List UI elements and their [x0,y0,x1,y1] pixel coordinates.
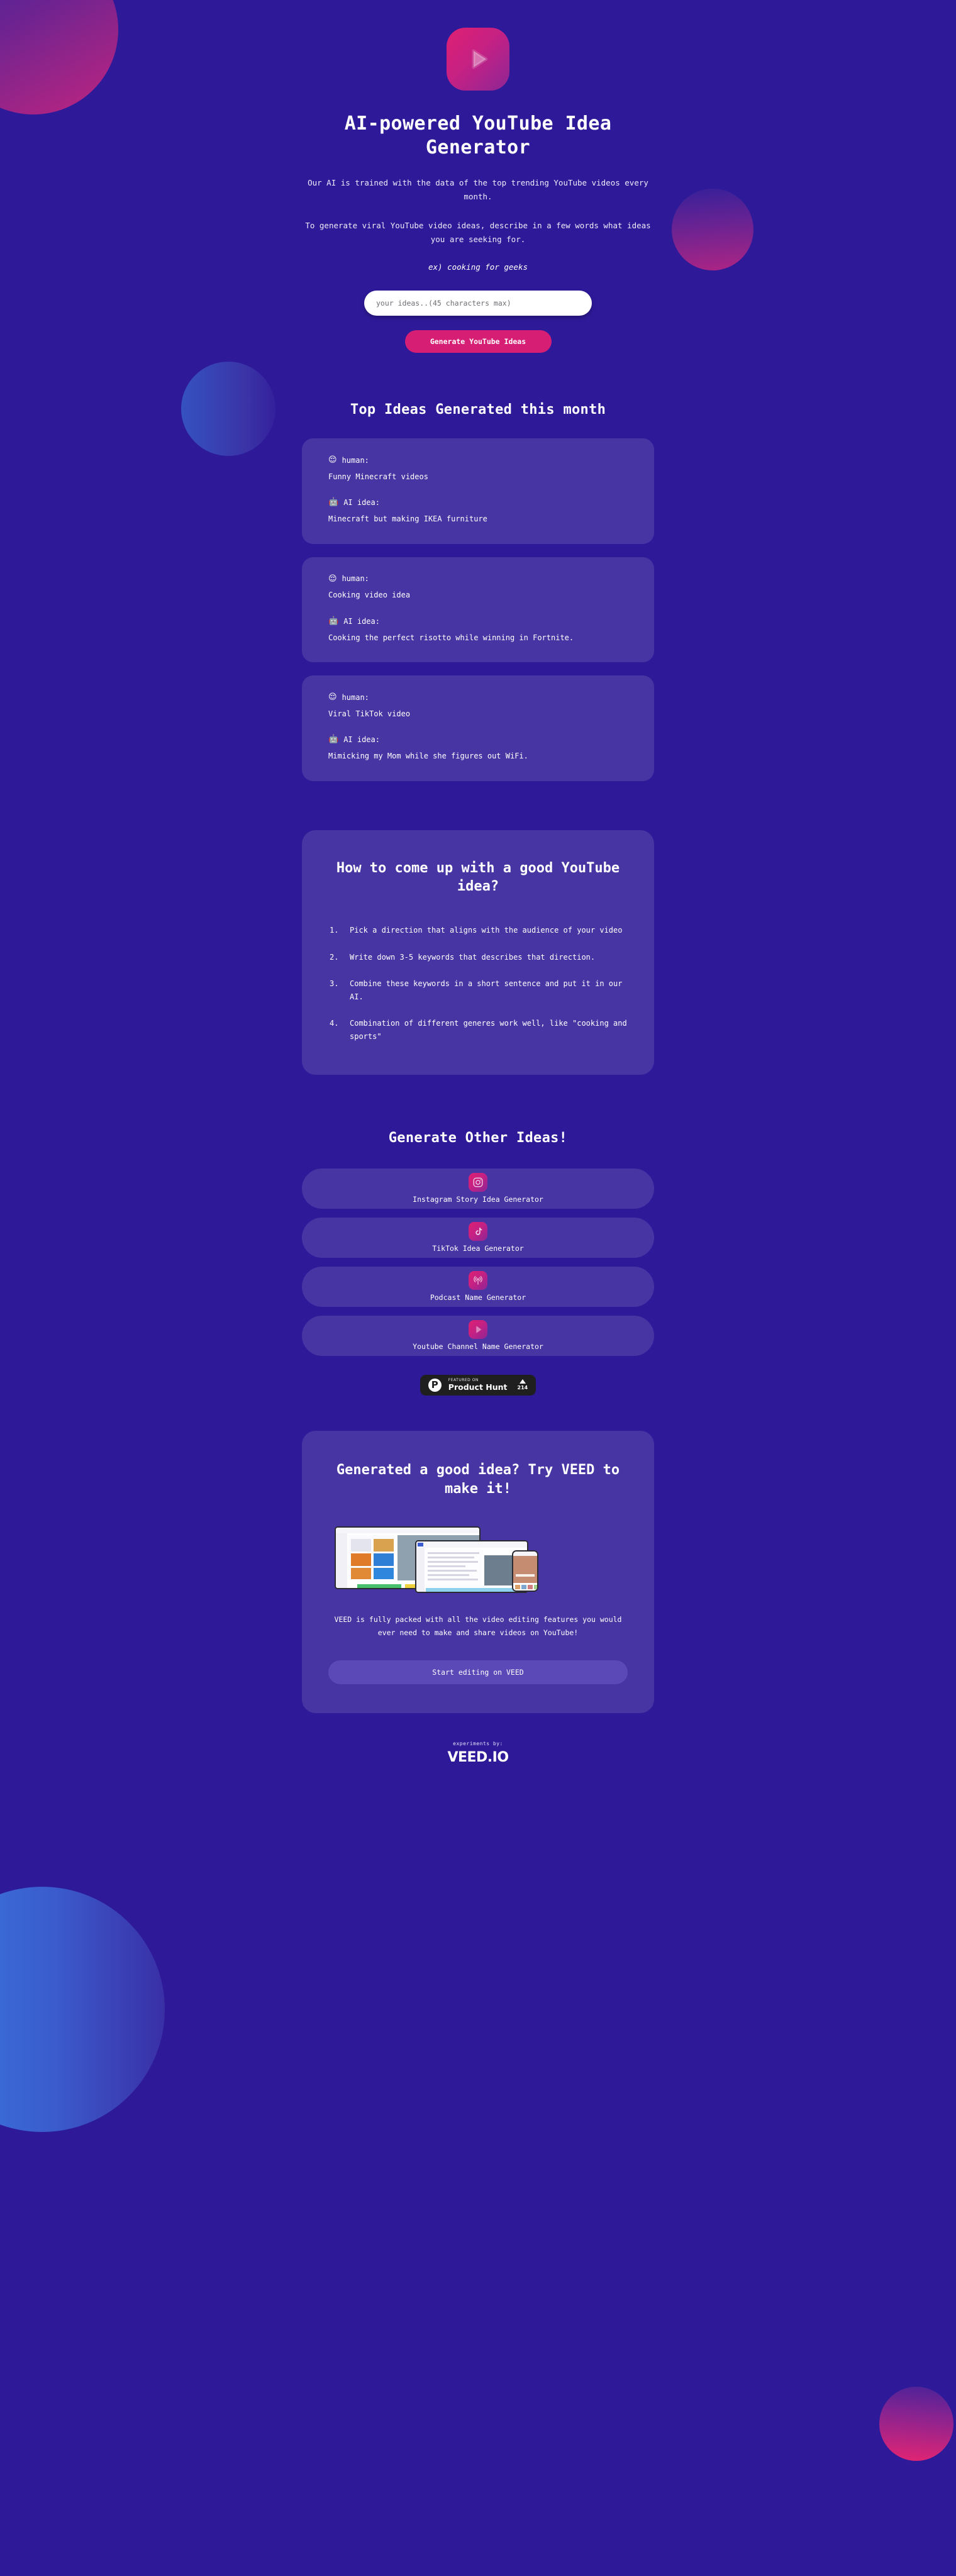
youtube-play-icon [469,1320,487,1340]
podcast-icon [469,1271,487,1291]
howto-step: Pick a direction that aligns with the au… [330,924,623,936]
product-hunt-text: FEATURED ON Product Hunt [448,1378,508,1392]
product-hunt-section: P FEATURED ON Product Hunt 214 [302,1374,654,1396]
human-label: human: [342,574,369,584]
tiktok-icon [469,1222,487,1241]
phone-mockup [512,1550,538,1592]
human-label: human: [342,692,369,702]
ai-role-row: 🤖 AI idea: [328,615,628,628]
human-prompt-text: Funny Minecraft videos [328,472,428,481]
other-generators-heading: Generate Other Ideas! [388,1130,568,1146]
instagram-icon [469,1173,487,1192]
robot-icon: 🤖 [328,497,339,508]
howto-heading: How to come up with a good YouTube idea? [336,860,620,895]
generator-label: Youtube Channel Name Generator [413,1342,543,1352]
top-ideas-section: Top Ideas Generated this month 😌 human: … [302,402,654,781]
generator-link-podcast[interactable]: Podcast Name Generator [302,1266,654,1307]
ai-idea-text: Minecraft but making IKEA furniture [328,514,487,524]
relieved-face-icon: 😌 [328,574,337,584]
footer-by-label: experiments by: [453,1741,503,1747]
generator-link-youtube-channel[interactable]: Youtube Channel Name Generator [302,1315,654,1356]
product-hunt-name: Product Hunt [448,1382,508,1392]
product-hunt-upvotes: 214 [518,1379,528,1391]
robot-icon: 🤖 [328,735,339,745]
generator-label: TikTok Idea Generator [432,1244,524,1253]
human-prompt-text: Viral TikTok video [328,709,411,718]
gradient-blob-blue-large [0,1887,165,2132]
idea-card: 😌 human: Viral TikTok video 🤖 AI idea: M… [302,675,654,781]
howto-step: Write down 3-5 keywords that describes t… [330,951,596,963]
footer: experiments by: VEED.IO [302,1741,654,1790]
page-title: AI-powered YouTube Idea Generator [344,113,612,159]
generator-link-tiktok[interactable]: TikTok Idea Generator [302,1217,654,1258]
veed-brand-logo[interactable]: VEED.IO [302,1750,654,1765]
human-prompt-text: Cooking video idea [328,591,411,600]
other-generators-section: Generate Other Ideas! Instagram Story Id… [302,1130,654,1356]
generator-link-instagram[interactable]: Instagram Story Idea Generator [302,1168,654,1209]
relieved-face-icon: 😌 [328,692,337,702]
upvote-caret-icon [519,1379,526,1384]
upvote-count: 214 [517,1385,528,1391]
play-logo-icon [447,28,509,91]
other-generators-list: Instagram Story Idea Generator TikTok Id… [302,1168,654,1356]
howto-step: Combination of different generes work we… [330,1017,627,1041]
hero-section: AI-powered YouTube Idea Generator Our AI… [302,0,654,353]
generator-label: Instagram Story Idea Generator [413,1195,543,1204]
howto-section: How to come up with a good YouTube idea?… [302,830,654,1075]
promo-description: VEED is fully packed with all the video … [334,1615,622,1637]
tablet-mockup [415,1540,528,1594]
gradient-blob-bottom-right [879,2387,953,2461]
idea-card: 😌 human: Funny Minecraft videos 🤖 AI ide… [302,438,654,544]
ai-role-row: 🤖 AI idea: [328,496,628,509]
ai-idea-text: Cooking the perfect risotto while winnin… [328,633,574,642]
idea-input[interactable] [364,291,592,316]
howto-step-list: Pick a direction that aligns with the au… [328,924,628,1043]
ai-label: AI idea: [343,616,380,626]
howto-step: Combine these keywords in a short senten… [330,977,623,1001]
veed-editor-screenshot [328,1525,628,1594]
page-root: AI-powered YouTube Idea Generator Our AI… [0,0,956,1790]
idea-form: Generate YouTube Ideas [302,291,654,353]
ai-role-row: 🤖 AI idea: [328,733,628,747]
idea-card: 😌 human: Cooking video idea 🤖 AI idea: C… [302,557,654,663]
product-hunt-logo-icon: P [428,1378,442,1392]
hero-subtitle-1: Our AI is trained with the data of the t… [308,178,648,201]
promo-heading: Generated a good idea? Try VEED to make … [336,1462,620,1497]
human-label: human: [342,455,369,465]
generator-label: Podcast Name Generator [430,1293,526,1302]
hero-subtitle-2: To generate viral YouTube video ideas, d… [305,221,651,244]
idea-card-list: 😌 human: Funny Minecraft videos 🤖 AI ide… [302,438,654,781]
robot-icon: 🤖 [328,616,339,626]
ai-label: AI idea: [343,498,380,508]
product-hunt-badge[interactable]: P FEATURED ON Product Hunt 214 [420,1374,536,1396]
ai-label: AI idea: [343,735,380,745]
hero-example-text: ex) cooking for geeks [428,262,528,272]
veed-promo-section: Generated a good idea? Try VEED to make … [302,1430,654,1714]
human-role-row: 😌 human: [328,691,628,704]
start-editing-on-veed-button[interactable]: Start editing on VEED [328,1660,628,1685]
top-ideas-heading: Top Ideas Generated this month [350,402,606,418]
relieved-face-icon: 😌 [328,455,337,465]
ai-idea-text: Mimicking my Mom while she figures out W… [328,752,528,761]
human-role-row: 😌 human: [328,454,628,467]
generate-youtube-ideas-button[interactable]: Generate YouTube Ideas [404,330,552,353]
human-role-row: 😌 human: [328,573,628,586]
